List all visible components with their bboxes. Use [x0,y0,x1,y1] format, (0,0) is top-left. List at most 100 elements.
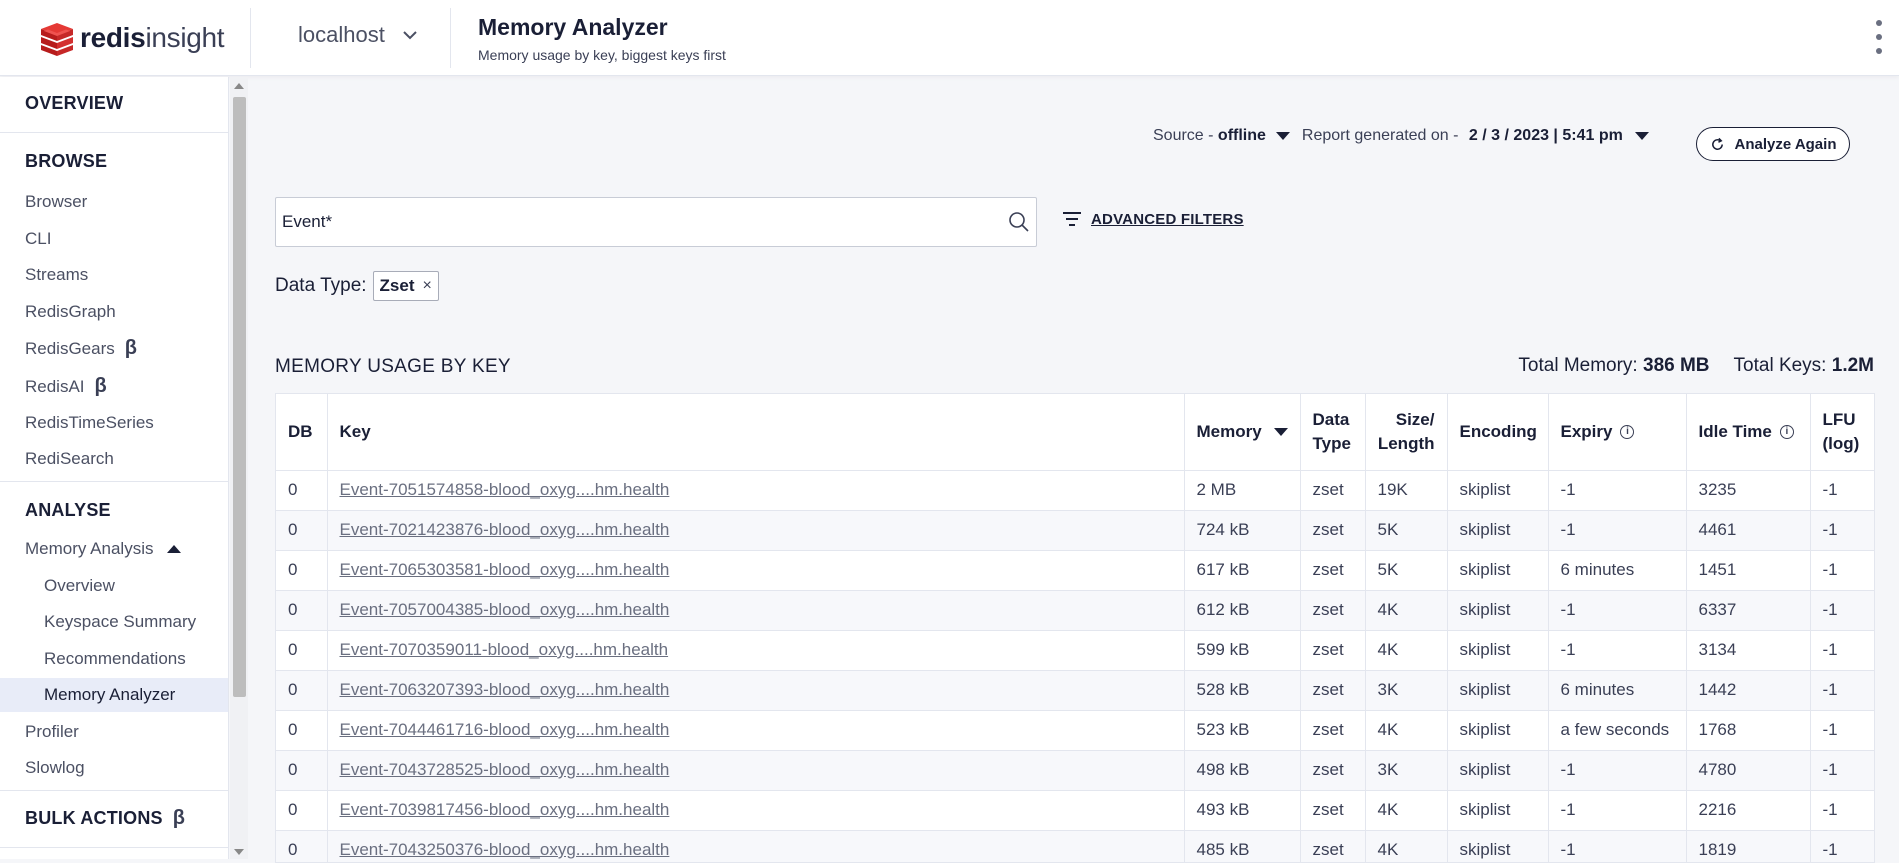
more-options-icon[interactable] [1871,20,1887,54]
sidebar-item-label: RedisTimeSeries [25,413,154,432]
cell-db: 0 [276,470,328,511]
scroll-up-icon[interactable] [234,83,244,89]
cell-idle: 1451 [1686,550,1811,591]
advanced-filters-label: ADVANCED FILTERS [1091,210,1244,228]
sidebar-subitem-memory-analyzer[interactable]: Memory Analyzer [44,685,175,705]
key-link[interactable]: Event-7043250376-blood_oxyg....hm.health [340,840,670,859]
sidebar-item-redistimeseries[interactable]: RedisTimeSeries [25,413,154,433]
cell-memory: 612 kB [1184,590,1301,631]
beta-badge: β [124,337,137,359]
sidebar-item-redisai[interactable]: RedisAI β [25,375,107,398]
table-row[interactable]: 0 Event-7039817456-blood_oxyg....hm.healt… [276,790,1874,831]
key-link[interactable]: Event-7070359011-blood_oxyg....hm.health [340,640,669,659]
chip-label: Zset [379,276,415,295]
sidebar-bulk-actions[interactable]: BULK ACTIONS β [25,807,185,830]
cell-db: 0 [276,710,328,751]
table-row[interactable]: 0 Event-7043728525-blood_oxyg....hm.healt… [276,750,1874,791]
report-generated-label: Report generated on - [1301,127,1459,144]
table-row[interactable]: 0 Event-7044461716-blood_oxyg....hm.healt… [276,710,1874,751]
table-row[interactable]: 0 Event-7057004385-blood_oxyg....hm.healt… [276,590,1874,631]
cell-type: zset [1300,830,1366,862]
report-generated-value[interactable]: 2 / 3 / 2023 | 5:41 pm [1469,127,1623,145]
analyze-again-button[interactable]: Analyze Again [1696,127,1850,161]
cell-key: Event-7044461716-blood_oxyg....hm.health [327,710,1185,751]
sidebar-item-label: RediSearch [25,449,114,468]
column-header-db: DB [276,394,328,471]
divider [0,132,228,133]
report-dropdown-icon[interactable] [1634,132,1649,140]
key-link[interactable]: Event-7057004385-blood_oxyg....hm.health [340,600,670,619]
cell-db: 0 [276,630,328,671]
cell-encoding: skiplist [1447,790,1549,831]
search-icon[interactable] [1008,211,1030,233]
scrollbar-thumb[interactable] [233,97,246,697]
sidebar-item-redisgears[interactable]: RedisGears β [25,337,137,360]
sidebar-item-browser[interactable]: Browser [25,192,87,212]
cell-type: zset [1300,470,1366,511]
cell-lfu: -1 [1810,830,1874,862]
key-link[interactable]: Event-7063207393-blood_oxyg....hm.health [340,680,670,699]
sidebar-subitem-recommendations[interactable]: Recommendations [44,649,186,669]
column-header-data-type: Data Type [1300,394,1366,471]
close-icon[interactable]: × [423,277,432,295]
page-subtitle: Memory usage by key, biggest keys first [478,47,726,63]
sidebar-subitem-keyspace-summary[interactable]: Keyspace Summary [44,612,196,632]
filter-chip-zset[interactable]: Zset × [372,271,439,301]
info-icon[interactable]: i [1620,424,1635,439]
cell-idle: 1768 [1686,710,1811,751]
table-row[interactable]: 0 Event-7063207393-blood_oxyg....hm.healt… [276,670,1874,711]
totals: Total Memory: 386 MB Total Keys: 1.2M [1518,355,1874,377]
cell-expiry: -1 [1548,590,1687,631]
column-header-lfu: LFU (log) [1810,394,1874,471]
cell-memory: 493 kB [1184,790,1301,831]
sidebar-browse-heading[interactable]: BROWSE [25,151,107,172]
advanced-filters-button[interactable]: ADVANCED FILTERS [1061,209,1244,229]
sidebar-analyse-heading[interactable]: ANALYSE [25,500,111,521]
sidebar-subitem-overview[interactable]: Overview [44,576,115,596]
divider [0,790,228,791]
cell-idle: 1442 [1686,670,1811,711]
search-input[interactable] [282,198,982,246]
key-link[interactable]: Event-7021423876-blood_oxyg....hm.health [340,520,670,539]
sidebar-item-redisearch[interactable]: RediSearch [25,449,114,469]
search-box [275,197,1037,247]
sidebar-item-redisgraph[interactable]: RedisGraph [25,302,116,322]
database-selector[interactable]: localhost [298,22,419,48]
table-row[interactable]: 0 Event-7051574858-blood_oxyg....hm.healt… [276,470,1874,511]
key-link[interactable]: Event-7044461716-blood_oxyg....hm.health [340,720,670,739]
key-link[interactable]: Event-7043728525-blood_oxyg....hm.health [340,760,670,779]
column-header-key: Key [327,394,1185,471]
cell-memory: 528 kB [1184,670,1301,711]
sidebar-item-slowlog[interactable]: Slowlog [25,758,85,778]
sidebar-item-cli[interactable]: CLI [25,229,51,249]
cell-lfu: -1 [1810,670,1874,711]
total-memory-label: Total Memory: [1518,355,1638,376]
cell-lfu: -1 [1810,710,1874,751]
info-icon[interactable]: i [1779,424,1794,439]
cell-key: Event-7070359011-blood_oxyg....hm.health [327,630,1185,671]
key-link[interactable]: Event-7065303581-blood_oxyg....hm.health [340,560,670,579]
column-header-memory[interactable]: Memory [1184,394,1301,471]
table-row[interactable]: 0 Event-7065303581-blood_oxyg....hm.healt… [276,550,1874,591]
source-value[interactable]: offline [1218,127,1266,145]
table-row[interactable]: 0 Event-7043250376-blood_oxyg....hm.healt… [276,830,1874,862]
redisinsight-logo[interactable]: redisinsight [38,18,225,58]
sidebar-item-profiler[interactable]: Profiler [25,722,79,742]
sidebar-item-streams[interactable]: Streams [25,265,88,285]
sidebar-item-label: RedisAI [25,376,85,396]
key-link[interactable]: Event-7039817456-blood_oxyg....hm.health [340,800,670,819]
source-label: Source - [1153,127,1214,144]
key-link[interactable]: Event-7051574858-blood_oxyg....hm.health [340,480,670,499]
sidebar-item-memory-analysis[interactable]: Memory Analysis [25,539,182,559]
filter-icon [1063,212,1081,226]
divider [250,8,251,68]
analyze-again-label: Analyze Again [1734,135,1837,153]
source-dropdown-icon[interactable] [1275,132,1290,140]
divider [0,847,228,848]
table-row[interactable]: 0 Event-7021423876-blood_oxyg....hm.healt… [276,510,1874,551]
sidebar-scrollbar[interactable] [230,77,248,859]
scroll-down-icon[interactable] [234,849,244,855]
sidebar-overview[interactable]: OVERVIEW [25,93,123,114]
cell-lfu: -1 [1810,630,1874,671]
table-row[interactable]: 0 Event-7070359011-blood_oxyg....hm.healt… [276,630,1874,671]
